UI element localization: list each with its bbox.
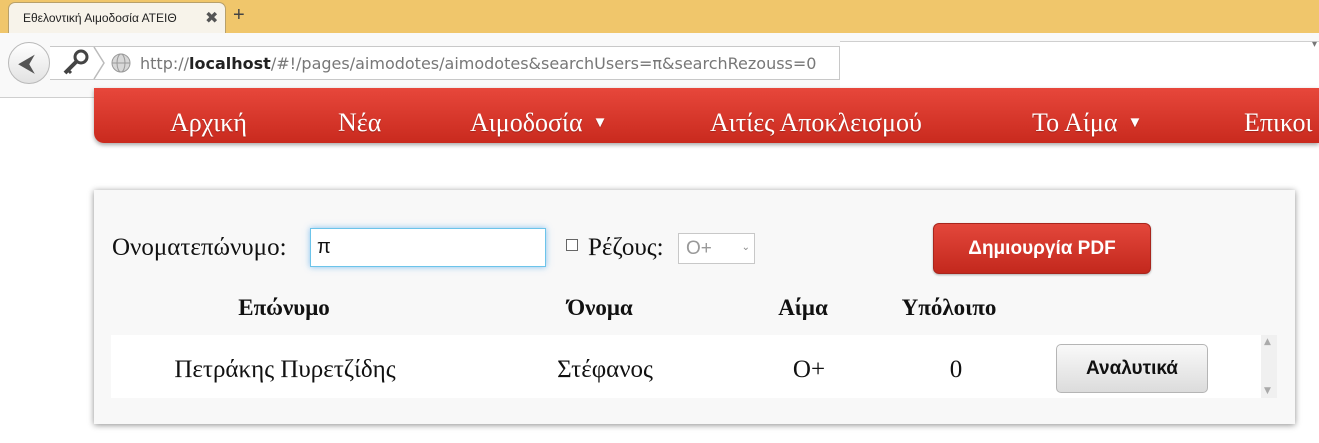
nav-item-news[interactable]: Νέα bbox=[338, 108, 381, 138]
identity-separator-icon bbox=[93, 46, 105, 80]
column-header-balance: Υπόλοιπο bbox=[901, 295, 997, 320]
nav-item-home[interactable]: Αρχική bbox=[170, 108, 247, 138]
cell-surname: Πετράκης Πυρετζίδης bbox=[174, 356, 396, 383]
browser-toolbar-extension: ▾ bbox=[840, 33, 1319, 50]
nav-item-label: Νέα bbox=[338, 108, 382, 137]
rezous-checkbox[interactable] bbox=[566, 239, 578, 251]
cell-name: Στέφανος bbox=[557, 356, 653, 383]
browser-tab[interactable]: Εθελοντική Αιμοδοσία ΑΤΕΙΘ ✖ bbox=[8, 2, 226, 33]
rezous-select-value: O+ bbox=[686, 238, 712, 259]
chevron-down-icon: ⌄ bbox=[741, 242, 750, 253]
donors-panel: Ονοματεπώνυμο: Ρέζους: O+ ⌄ Δημιουργία P… bbox=[94, 190, 1295, 424]
globe-icon bbox=[111, 53, 131, 73]
site-nav-bar: Αρχική Νέα Αιμοδοσία ▼ Αιτίες Αποκλεισμού… bbox=[94, 88, 1319, 143]
rezous-label: Ρέζους: bbox=[588, 234, 664, 261]
nav-item-blood-donation[interactable]: Αιμοδοσία ▼ bbox=[470, 108, 607, 138]
nav-item-label: Επικοι bbox=[1244, 108, 1313, 137]
name-search-input[interactable] bbox=[310, 228, 546, 267]
nav-item-label: Το Αίμα bbox=[1032, 108, 1118, 137]
scroll-down-icon[interactable]: ▼ bbox=[1264, 386, 1271, 396]
name-label: Ονοματεπώνυμο: bbox=[112, 234, 287, 261]
nav-item-label: Αρχική bbox=[170, 108, 247, 137]
column-header-name: Όνομα bbox=[567, 295, 633, 320]
cell-blood: O+ bbox=[792, 356, 826, 383]
url-text[interactable]: http://localhost/#!/pages/aimodotes/aimo… bbox=[140, 54, 816, 73]
dropdown-arrow-icon: ▼ bbox=[1127, 115, 1143, 131]
url-path: /#!/pages/aimodotes/aimodotes&searchUser… bbox=[270, 54, 817, 73]
details-button[interactable]: Αναλυτικά bbox=[1056, 344, 1208, 393]
browser-tab-bar: Εθελοντική Αιμοδοσία ΑΤΕΙΘ ✖ + bbox=[0, 0, 1319, 33]
url-prefix: http:// bbox=[140, 54, 190, 73]
dropdown-arrow-icon: ▼ bbox=[592, 115, 608, 131]
key-icon[interactable] bbox=[60, 49, 90, 77]
url-host: localhost bbox=[189, 54, 271, 73]
cell-balance: 0 bbox=[949, 356, 963, 383]
toolbar-dropdown-icon[interactable]: ▾ bbox=[1312, 39, 1317, 50]
rezous-select[interactable]: O+ ⌄ bbox=[678, 233, 755, 264]
back-arrow-icon: ⮜ bbox=[18, 49, 36, 77]
close-tab-icon[interactable]: ✖ bbox=[205, 8, 218, 28]
nav-item-label: Αιμοδοσία bbox=[470, 108, 583, 137]
create-pdf-button[interactable]: Δημιουργία PDF bbox=[933, 223, 1151, 274]
nav-item-the-blood[interactable]: Το Αίμα ▼ bbox=[1032, 108, 1142, 138]
tab-title: Εθελοντική Αιμοδοσία ΑΤΕΙΘ bbox=[23, 11, 177, 25]
table-scrollbar[interactable]: ▲ ▼ bbox=[1261, 335, 1277, 398]
back-button[interactable]: ⮜ bbox=[8, 42, 50, 84]
nav-item-exclusion-causes[interactable]: Αιτίες Αποκλεισμού bbox=[710, 108, 922, 138]
nav-item-label: Αιτίες Αποκλεισμού bbox=[710, 108, 922, 137]
scroll-up-icon[interactable]: ▲ bbox=[1264, 337, 1271, 347]
column-header-surname: Επώνυμο bbox=[238, 295, 330, 320]
new-tab-icon[interactable]: + bbox=[233, 4, 245, 27]
column-header-blood: Αίμα bbox=[778, 295, 828, 320]
nav-item-contact[interactable]: Επικοι bbox=[1244, 108, 1313, 138]
